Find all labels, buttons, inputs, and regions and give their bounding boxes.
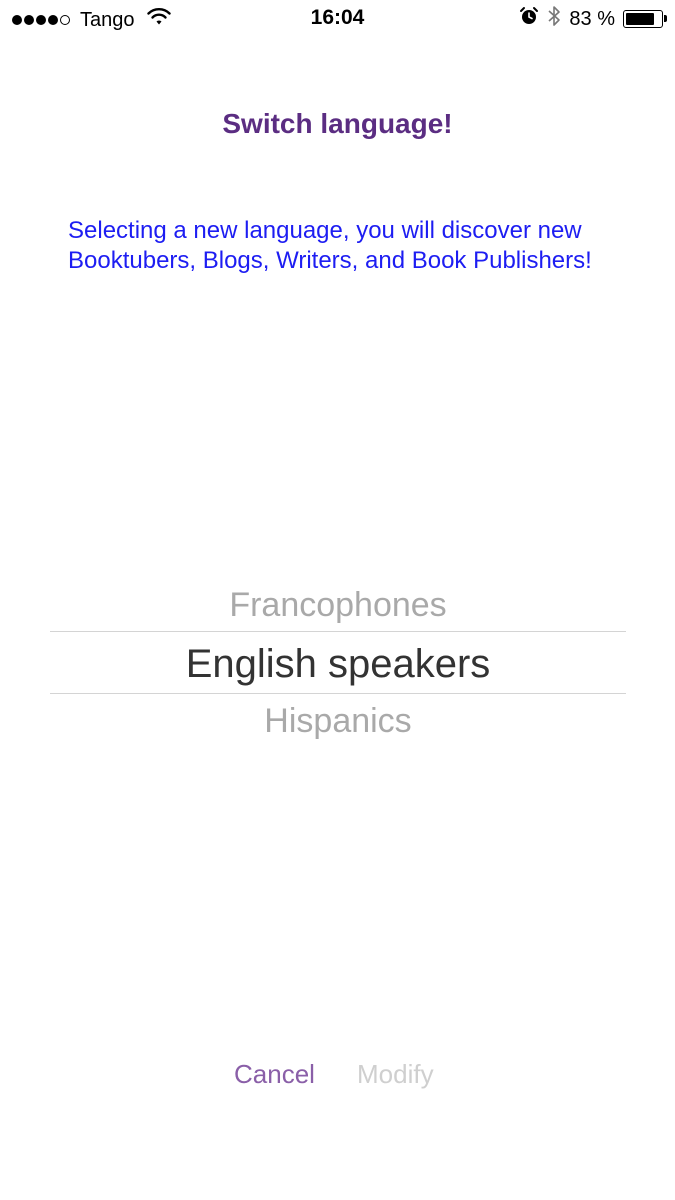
picker-selection-line-bottom <box>50 693 626 694</box>
status-right: 83 % <box>519 5 667 33</box>
bluetooth-icon <box>547 5 561 33</box>
battery-icon <box>623 10 667 28</box>
modify-button[interactable]: Modify <box>357 1059 434 1090</box>
picker-selection-line-top <box>50 631 626 632</box>
battery-percent: 83 % <box>569 7 615 30</box>
picker-option-english-speakers[interactable]: English speakers <box>50 642 626 687</box>
battery-level-fill <box>626 13 655 25</box>
cancel-button[interactable]: Cancel <box>234 1059 315 1090</box>
language-picker[interactable]: Francophones English speakers Hispanics <box>50 570 626 750</box>
alarm-icon <box>519 6 539 32</box>
status-bar: Tango 16:04 83 % <box>0 0 675 40</box>
description-text: Selecting a new language, you will disco… <box>68 217 592 274</box>
picker-option-hispanics[interactable]: Hispanics <box>50 702 626 741</box>
picker-option-francophones[interactable]: Francophones <box>50 586 626 625</box>
page-title: Switch language! <box>222 108 453 139</box>
